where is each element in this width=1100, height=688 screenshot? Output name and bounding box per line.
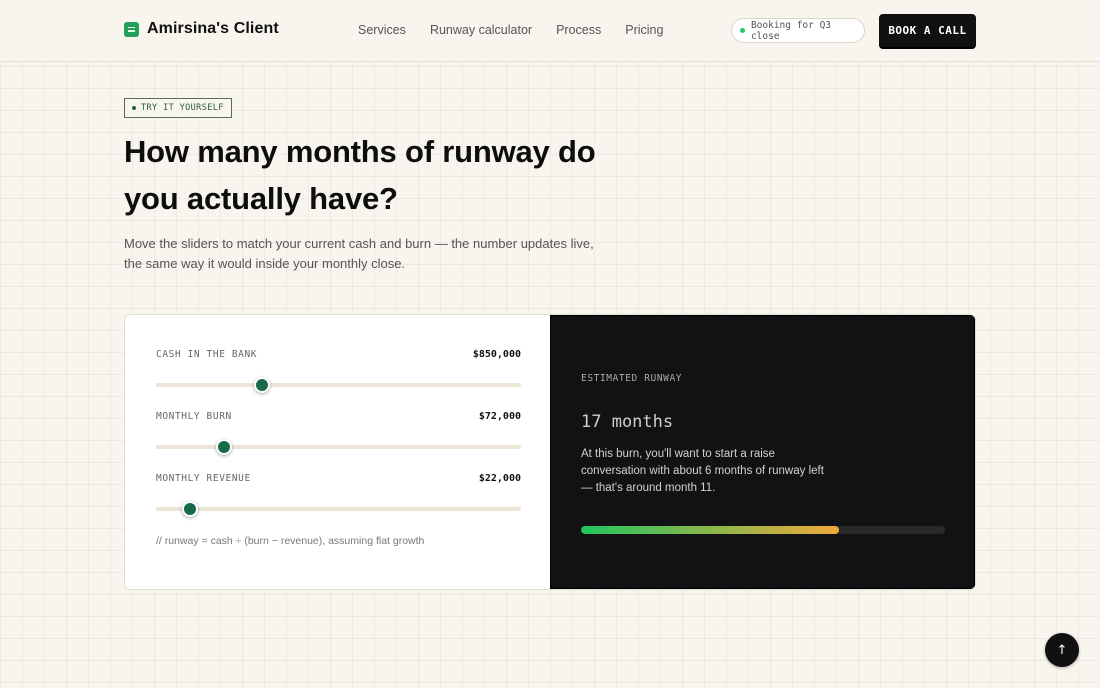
cash-value: $850,000 [472, 348, 521, 360]
burn-slider-group: MONTHLY BURN $72,000 [156, 409, 521, 455]
revenue-label: MONTHLY REVENUE [156, 472, 251, 484]
revenue-slider-group: MONTHLY REVENUE $22,000 [156, 471, 521, 517]
calculator-controls: CASH IN THE BANK $850,000 MONTHLY BURN $… [125, 315, 550, 589]
runway-bar-track [581, 526, 945, 534]
revenue-slider-thumb[interactable] [181, 501, 198, 517]
revenue-value: $22,000 [478, 472, 521, 484]
eyebrow-text: TRY IT YOURSELF [141, 103, 224, 113]
cash-slider-thumb[interactable] [253, 377, 270, 393]
arrow-up-icon: ↑ [1056, 642, 1068, 658]
eyebrow-tag: TRY IT YOURSELF [124, 98, 232, 118]
hero-lede: Move the sliders to match your current c… [124, 236, 594, 271]
main-nav: Services Runway calculator Process Prici… [358, 23, 663, 37]
burn-label: MONTHLY BURN [156, 410, 232, 422]
bullet-icon [132, 106, 136, 110]
result-description: At this burn, you'll want to start a rai… [581, 448, 824, 494]
runway-bar-fill [581, 526, 840, 534]
nav-services[interactable]: Services [358, 23, 406, 37]
cash-slider-group: CASH IN THE BANK $850,000 [156, 347, 521, 393]
runway-calculator: CASH IN THE BANK $850,000 MONTHLY BURN $… [124, 314, 976, 590]
nav-pricing[interactable]: Pricing [625, 23, 663, 37]
brand-name: Amirsina's Client [147, 20, 279, 37]
book-a-call-button[interactable]: BOOK A CALL [879, 14, 976, 47]
back-to-top-button[interactable]: ↑ [1045, 633, 1079, 667]
revenue-slider-track[interactable] [156, 501, 521, 517]
runway-result-panel: ESTIMATED RUNWAY 17 months At this burn,… [550, 315, 975, 589]
cash-slider-track[interactable] [156, 377, 521, 393]
burn-value: $72,000 [478, 410, 521, 422]
status-dot-icon [740, 28, 745, 33]
page-title: How many months of runway do you actuall… [124, 134, 596, 216]
burn-slider-thumb[interactable] [215, 439, 232, 455]
nav-runway-calculator[interactable]: Runway calculator [430, 23, 532, 37]
booking-status-text: Booking for Q3 close [750, 19, 832, 42]
result-label: ESTIMATED RUNWAY [581, 373, 683, 384]
nav-process[interactable]: Process [556, 23, 601, 37]
cash-label: CASH IN THE BANK [156, 348, 258, 360]
runway-months-value: 17 months [581, 412, 674, 432]
site-header: Amirsina's Client Services Runway calcul… [0, 0, 1100, 62]
spreadsheet-icon [124, 21, 139, 37]
brand-logo[interactable]: Amirsina's Client [124, 20, 279, 38]
booking-status-badge: Booking for Q3 close [731, 18, 865, 43]
formula-note: // runway = cash ÷ (burn − revenue), ass… [156, 535, 425, 547]
burn-slider-track[interactable] [156, 439, 521, 455]
